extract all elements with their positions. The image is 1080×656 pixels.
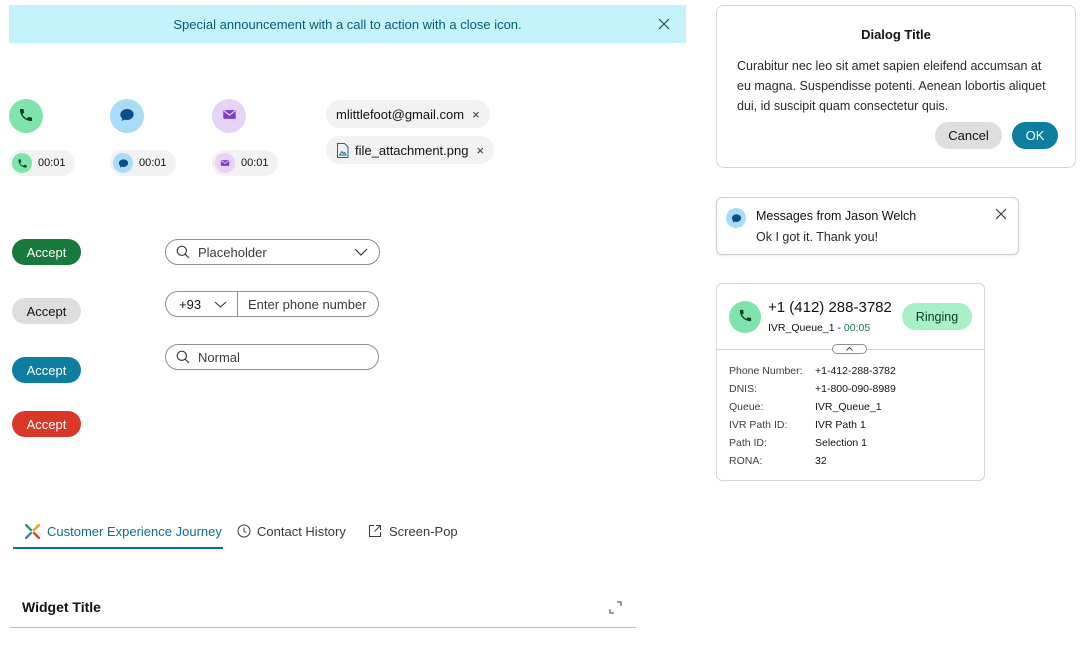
search-icon [176,350,190,364]
toast-message: Ok I got it. Thank you! [756,230,879,244]
phone-number-input[interactable]: Enter phone number [248,297,367,312]
close-icon[interactable] [995,208,1007,223]
search-input-placeholder: Normal [198,349,240,365]
call-queue: IVR_Queue_1 [768,322,835,334]
tab-customer-experience-journey[interactable]: Customer Experience Journey [25,520,222,542]
active-tab-indicator [13,547,223,549]
chat-timer-value: 00:01 [139,157,167,169]
widget-divider [10,627,636,628]
detail-row-dnis: DNIS: +1-800-090-8989 [729,383,896,395]
detail-row-path-id: Path ID: Selection 1 [729,437,867,449]
collapse-toggle[interactable] [832,344,867,354]
email-chip-label: mlittlefoot@gmail.com [336,106,465,122]
banner-text: Special announcement with a call to acti… [173,16,522,32]
accept-button-blue[interactable]: Accept [12,357,81,383]
phone-icon [12,153,32,173]
detail-row-rona: RONA: 32 [729,455,827,467]
chevron-down-icon [214,301,227,308]
email-timer: 00:01 [212,150,278,176]
chevron-up-icon [846,347,853,351]
detail-label: Phone Number: [729,365,803,377]
accept-button-red[interactable]: Accept [12,411,81,437]
chat-avatar [110,99,144,133]
search-icon [176,245,190,259]
call-timer: 00:01 [9,150,75,176]
caller-phone-number: +1 (412) 288-3782 [768,299,892,316]
tab-label: Screen-Pop [389,523,458,539]
expand-icon[interactable] [609,601,622,617]
chat-timer: 00:01 [110,150,176,176]
dialog-title: Dialog Title [861,27,931,42]
call-avatar [729,301,761,333]
detail-label: Queue: [729,401,764,413]
detail-label: DNIS: [729,383,758,395]
detail-row-ivr-path: IVR Path ID: IVR Path 1 [729,419,866,431]
detail-value: IVR Path 1 [815,419,866,431]
email-avatar [212,99,246,133]
detail-value: +1-800-090-8989 [815,383,896,395]
cancel-button[interactable]: Cancel [935,122,1002,149]
tab-screen-pop[interactable]: Screen-Pop [368,520,458,542]
detail-label: RONA: [729,455,763,467]
file-chip[interactable]: file_attachment.png × [326,136,495,164]
detail-value: +1-412-288-3782 [815,365,896,377]
search-dropdown-field[interactable]: Placeholder [165,239,380,265]
call-queue-separator: - [834,322,844,334]
ok-button[interactable]: OK [1012,122,1058,149]
chevron-down-icon[interactable] [354,248,368,256]
announcement-banner: Special announcement with a call to acti… [9,5,686,43]
country-code-select[interactable]: +93 [166,292,238,316]
tab-label: Customer Experience Journey [47,523,222,539]
detail-value: 32 [815,455,827,467]
dialog-body: Curabitur nec leo sit amet sapien eleife… [737,59,1046,113]
tab-label: Contact History [257,523,346,539]
call-card: +1 (412) 288-3782 IVR_Queue_1 - 00:05 Ri… [716,283,985,481]
external-link-icon [368,524,382,538]
search-input[interactable]: Normal [165,344,379,370]
close-icon[interactable] [654,14,674,34]
toast-title: Messages from Jason Welch [756,209,917,223]
dialog: Dialog Title Curabitur nec leo sit amet … [716,5,1076,168]
chat-bubble-icon [119,107,135,126]
chat-bubble-icon [113,153,133,173]
detail-value: Selection 1 [815,437,867,449]
clock-icon [237,524,251,538]
country-code-value: +93 [179,296,202,312]
detail-row-queue: Queue: IVR_Queue_1 [729,401,882,413]
phone-field: +93 Enter phone number [165,291,379,317]
close-icon[interactable]: × [476,143,484,158]
call-timer-value: 00:01 [38,157,66,169]
tab-contact-history[interactable]: Contact History [237,520,346,542]
email-chip[interactable]: mlittlefoot@gmail.com × [326,100,490,128]
envelope-icon [215,153,235,173]
call-avatar [9,99,43,133]
detail-label: IVR Path ID: [729,419,788,431]
call-queue-line: IVR_Queue_1 - 00:05 [768,322,870,334]
chat-bubble-icon [726,208,746,228]
status-badge: Ringing [902,303,972,330]
accept-button-green[interactable]: Accept [12,239,81,265]
journey-icon [25,523,40,539]
phone-icon [18,107,34,126]
detail-row-phone: Phone Number: +1-412-288-3782 [729,365,896,377]
accept-button-grey[interactable]: Accept [12,298,81,324]
detail-value: IVR_Queue_1 [815,401,882,413]
search-dropdown-placeholder: Placeholder [198,244,267,260]
file-image-icon [336,142,349,158]
envelope-icon [222,107,237,125]
call-timer: 00:05 [843,322,871,334]
email-timer-value: 00:01 [241,157,269,169]
close-icon[interactable]: × [472,107,480,122]
file-chip-label: file_attachment.png [355,142,469,158]
message-toast: Messages from Jason Welch Ok I got it. T… [716,197,1019,255]
phone-icon [738,308,753,326]
detail-label: Path ID: [729,437,767,449]
widget-title: Widget Title [22,599,101,615]
